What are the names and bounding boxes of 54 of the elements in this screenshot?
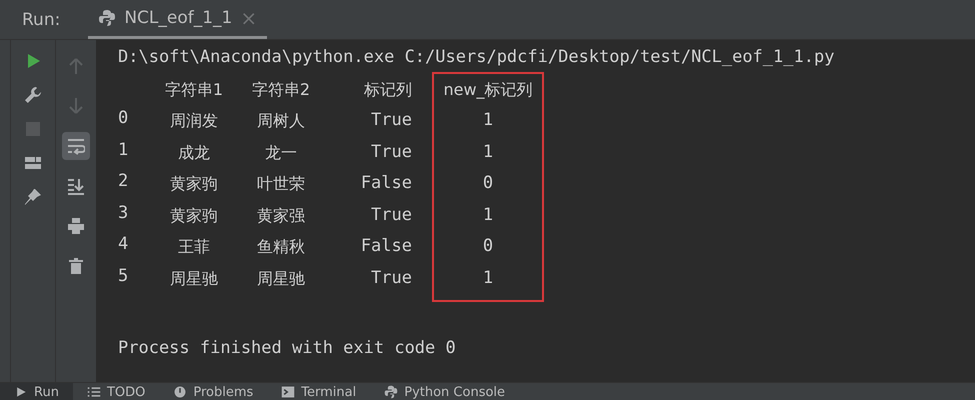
tool-window-tab[interactable]: Run <box>0 383 73 400</box>
printer-icon[interactable] <box>67 217 85 235</box>
table-cell-text: 周星驰 <box>169 268 219 290</box>
row-index: 2 <box>118 170 130 193</box>
table-cell-text: 1 <box>482 204 494 226</box>
table-cell-text: 黄家驹 <box>169 173 219 195</box>
column-header: 标记列 <box>363 78 412 100</box>
table-cell-text: 周星驰 <box>256 268 306 290</box>
column-header: new_标记列 <box>442 78 534 101</box>
soft-wrap-icon[interactable] <box>67 137 85 155</box>
table-cell-text: 成龙 <box>177 142 211 164</box>
command-line: D:\soft\Anaconda\python.exe C:/Users/pdcfi/Desktop/test/NCL_eof_1_1.py <box>118 46 834 69</box>
scroll-to-end-icon[interactable] <box>67 177 85 195</box>
python-icon <box>98 9 116 27</box>
row-index: 1 <box>118 138 130 162</box>
table-cell-text: False <box>360 235 412 258</box>
tool-window-tab[interactable]: Python Console <box>370 383 520 400</box>
run-label: Run: <box>22 10 60 30</box>
exit-message: Process finished with exit code 0 <box>118 336 457 360</box>
tool-window-tab[interactable]: Problems <box>159 383 268 400</box>
table-cell-text: 王菲 <box>177 236 211 258</box>
table-cell-text: True <box>370 109 412 132</box>
python-icon <box>384 385 398 399</box>
table-cell-text: 1 <box>482 109 494 132</box>
table-cell-text: 0 <box>482 172 494 195</box>
column-header: 字符串2 <box>250 78 312 100</box>
tool-window-tab[interactable]: TODO <box>72 383 160 400</box>
row-index: 0 <box>118 107 130 130</box>
table-cell-text: 周树人 <box>256 110 306 132</box>
table-cell-text: 1 <box>482 266 494 290</box>
layout-icon[interactable] <box>24 154 42 172</box>
list-icon <box>86 385 101 399</box>
tool-window-tab[interactable]: Terminal <box>267 383 370 400</box>
table-cell-text: True <box>370 266 412 290</box>
table-cell-text: 黄家强 <box>256 204 306 226</box>
row-index: 5 <box>118 264 130 288</box>
table-cell-text: 黄家驹 <box>169 204 219 226</box>
wrench-icon[interactable] <box>24 86 42 104</box>
pin-icon[interactable] <box>24 188 42 206</box>
table-cell-text: 鱼精秋 <box>256 236 306 258</box>
table-cell-text: 周润发 <box>169 110 219 132</box>
table-cell-text: True <box>370 204 412 226</box>
table-cell-text: 叶世荣 <box>256 173 306 195</box>
table-cell-text: 1 <box>482 140 494 164</box>
column-header: 字符串1 <box>164 78 224 100</box>
table-cell-text: True <box>370 140 412 164</box>
file-tab[interactable]: NCL_eof_1_1 × <box>88 0 268 39</box>
table-cell-text: False <box>360 172 412 195</box>
play-icon <box>14 385 28 399</box>
row-index: 3 <box>118 202 130 224</box>
table-cell-text: 0 <box>482 235 494 258</box>
row-index: 4 <box>118 233 130 256</box>
table-cell-text: 龙一 <box>264 142 298 164</box>
trash-icon[interactable] <box>67 257 85 275</box>
